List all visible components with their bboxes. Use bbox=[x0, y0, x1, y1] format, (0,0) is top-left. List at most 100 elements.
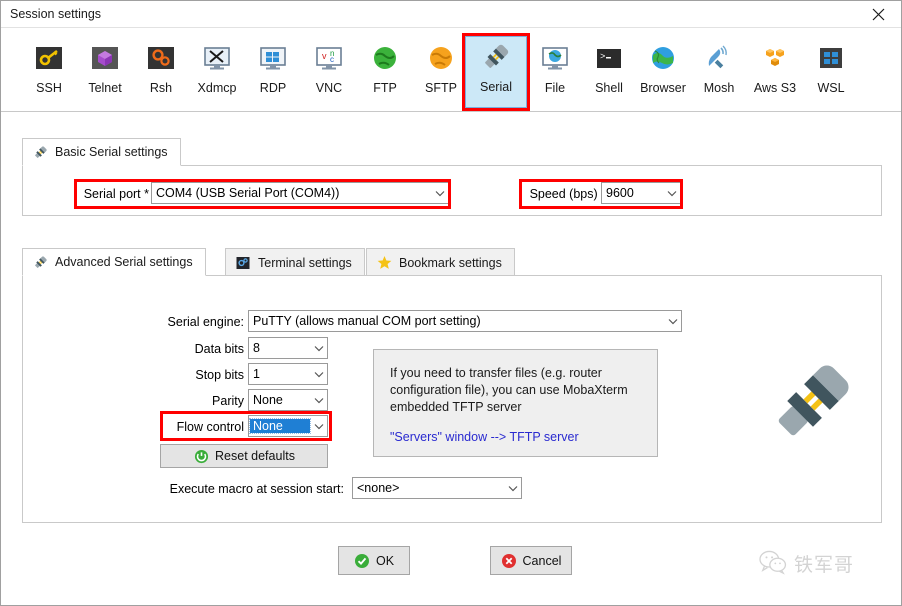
protocol-ssh[interactable]: SSH bbox=[19, 38, 79, 106]
tftp-server-link[interactable]: "Servers" window --> TFTP server bbox=[390, 430, 579, 444]
protocol-label: Mosh bbox=[704, 81, 735, 95]
svg-text:v: v bbox=[322, 51, 327, 61]
stop-bits-value: 1 bbox=[249, 367, 310, 381]
tab-advanced-serial-settings[interactable]: Advanced Serial settings bbox=[22, 248, 206, 276]
protocol-label: SFTP bbox=[425, 81, 457, 95]
note-line-2: configuration file), you can use MobaXte… bbox=[390, 383, 628, 397]
stop-bits-select[interactable]: 1 bbox=[248, 363, 328, 385]
reset-refresh-icon bbox=[193, 448, 209, 464]
ok-button[interactable]: OK bbox=[338, 546, 410, 575]
wsl-windows-icon bbox=[815, 42, 847, 74]
chevron-down-icon bbox=[504, 485, 521, 492]
protocol-rdp[interactable]: RDP bbox=[243, 38, 303, 106]
bookmark-star-icon bbox=[376, 255, 392, 271]
sftp-globe-icon bbox=[425, 42, 457, 74]
execute-macro-select[interactable]: <none> bbox=[352, 477, 522, 499]
protocol-label: RDP bbox=[260, 81, 286, 95]
ssh-key-icon bbox=[33, 42, 65, 74]
protocol-label: File bbox=[545, 81, 565, 95]
reset-defaults-button[interactable]: Reset defaults bbox=[160, 444, 328, 468]
wechat-icon bbox=[758, 549, 788, 578]
protocol-label: SSH bbox=[36, 81, 62, 95]
chevron-down-icon bbox=[310, 345, 327, 352]
protocol-label: Xdmcp bbox=[198, 81, 237, 95]
protocol-serial[interactable]: Serial bbox=[465, 36, 527, 108]
note-line-3: embedded TFTP server bbox=[390, 400, 522, 414]
serial-port-select[interactable]: COM4 (USB Serial Port (COM4)) bbox=[151, 182, 449, 204]
protocol-label: FTP bbox=[373, 81, 397, 95]
rdp-windows-icon bbox=[257, 42, 289, 74]
close-icon bbox=[872, 8, 885, 21]
serial-port-value: COM4 (USB Serial Port (COM4)) bbox=[152, 186, 431, 200]
protocol-browser[interactable]: Browser bbox=[633, 38, 693, 106]
svg-text:c: c bbox=[330, 55, 334, 64]
chevron-down-icon bbox=[663, 190, 680, 197]
rsh-gears-icon bbox=[145, 42, 177, 74]
protocol-shell[interactable]: > Shell bbox=[579, 38, 639, 106]
data-bits-label: Data bits bbox=[126, 342, 244, 356]
protocol-label: Shell bbox=[595, 81, 623, 95]
tab-basic-serial-settings[interactable]: Basic Serial settings bbox=[22, 138, 181, 166]
speed-label: Speed (bps) * bbox=[521, 187, 606, 201]
check-circle-icon bbox=[354, 553, 370, 569]
protocol-sftp[interactable]: SFTP bbox=[411, 38, 471, 106]
tab-bookmark-settings[interactable]: Bookmark settings bbox=[366, 248, 515, 276]
tab-label: Terminal settings bbox=[258, 256, 352, 270]
protocol-label: WSL bbox=[817, 81, 844, 95]
parity-select[interactable]: None bbox=[248, 389, 328, 411]
cancel-circle-icon bbox=[501, 553, 517, 569]
protocol-label: Rsh bbox=[150, 81, 172, 95]
tftp-info-note: If you need to transfer files (e.g. rout… bbox=[373, 349, 658, 457]
shell-terminal-icon: > bbox=[593, 42, 625, 74]
close-button[interactable] bbox=[855, 1, 901, 28]
protocol-ftp[interactable]: FTP bbox=[355, 38, 415, 106]
protocol-icon-strip: SSH Telnet Rsh bbox=[1, 28, 901, 112]
protocol-label: Browser bbox=[640, 81, 686, 95]
speed-value: 9600 bbox=[602, 186, 663, 200]
serial-engine-label: Serial engine: bbox=[126, 315, 244, 329]
speed-select[interactable]: 9600 bbox=[601, 182, 681, 204]
cancel-label: Cancel bbox=[523, 554, 562, 568]
protocol-aws-s3[interactable]: Aws S3 bbox=[745, 38, 805, 106]
protocol-rsh[interactable]: Rsh bbox=[131, 38, 191, 106]
tab-terminal-settings[interactable]: Terminal settings bbox=[225, 248, 365, 276]
watermark-text: 铁军哥 bbox=[794, 550, 854, 577]
terminal-gear-icon bbox=[235, 255, 251, 271]
ok-label: OK bbox=[376, 554, 394, 568]
protocol-telnet[interactable]: Telnet bbox=[75, 38, 135, 106]
telnet-cube-icon bbox=[89, 42, 121, 74]
protocol-mosh[interactable]: Mosh bbox=[689, 38, 749, 106]
ftp-globe-icon bbox=[369, 42, 401, 74]
vnc-monitor-icon: v n c bbox=[313, 42, 345, 74]
protocol-vnc[interactable]: v n c VNC bbox=[299, 38, 359, 106]
serial-plug-large-icon bbox=[771, 359, 855, 443]
serial-engine-value: PuTTY (allows manual COM port setting) bbox=[249, 314, 664, 328]
data-bits-select[interactable]: 8 bbox=[248, 337, 328, 359]
tab-label: Advanced Serial settings bbox=[55, 255, 193, 269]
titlebar: Session settings bbox=[1, 1, 901, 28]
serial-engine-select[interactable]: PuTTY (allows manual COM port setting) bbox=[248, 310, 682, 332]
chevron-down-icon bbox=[664, 318, 681, 325]
protocol-wsl[interactable]: WSL bbox=[801, 38, 861, 106]
protocol-label: VNC bbox=[316, 81, 342, 95]
file-monitor-icon bbox=[539, 42, 571, 74]
window-title: Session settings bbox=[10, 7, 101, 21]
chevron-down-icon bbox=[310, 423, 327, 430]
aws-s3-icon bbox=[759, 42, 791, 74]
execute-macro-value: <none> bbox=[353, 481, 504, 495]
flow-control-select[interactable]: None bbox=[248, 415, 328, 437]
parity-value: None bbox=[249, 393, 310, 407]
protocol-file[interactable]: File bbox=[525, 38, 585, 106]
protocol-xdmcp[interactable]: Xdmcp bbox=[187, 38, 247, 106]
serial-port-label: Serial port * bbox=[73, 187, 149, 201]
serial-plug-icon bbox=[32, 254, 48, 270]
parity-label: Parity bbox=[126, 394, 244, 408]
protocol-label: Serial bbox=[480, 80, 512, 94]
chevron-down-icon bbox=[310, 371, 327, 378]
chevron-down-icon bbox=[310, 397, 327, 404]
session-settings-dialog: Session settings SSH bbox=[0, 0, 902, 606]
cancel-button[interactable]: Cancel bbox=[490, 546, 572, 575]
stop-bits-label: Stop bits bbox=[126, 368, 244, 382]
xdmcp-monitor-icon bbox=[201, 42, 233, 74]
chevron-down-icon bbox=[431, 190, 448, 197]
